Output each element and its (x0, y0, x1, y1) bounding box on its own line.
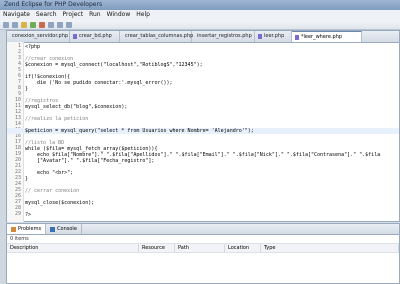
tab-file-label: leer.php (264, 33, 285, 39)
run-icon[interactable] (30, 21, 36, 28)
menu-navigate[interactable]: Navigate (0, 10, 33, 20)
tab-problems-label: Problems (18, 226, 42, 232)
code-line[interactable]: ?> (25, 212, 31, 218)
tab-file-label: conexion_servidor.php (12, 33, 69, 39)
forward-icon[interactable] (66, 21, 72, 28)
tab-file-label: crear_bd.php (79, 33, 112, 39)
problems-panel: Problems Console 0 items Description Res… (6, 223, 400, 284)
php-file-icon (295, 34, 299, 40)
code-line[interactable]: <?php (25, 44, 40, 50)
code-line[interactable]: // cerrar conexion (25, 188, 79, 194)
code-line[interactable]: die ('No se pudido conectar:'.mysql_erro… (25, 80, 172, 86)
tab-console[interactable]: Console (46, 224, 82, 234)
col-description[interactable]: Description (7, 244, 139, 252)
tab-file-label: *leer_where.php (301, 33, 343, 40)
code-line[interactable]: } (25, 86, 28, 92)
problems-count: 0 items (10, 236, 29, 242)
console-icon (50, 226, 56, 232)
tab-file-label: insertar_registros.php (197, 33, 252, 39)
tab-problems[interactable]: Problems (7, 224, 47, 234)
col-resource[interactable]: Resource (139, 244, 175, 252)
menu-help[interactable]: Help (133, 10, 153, 20)
code-line[interactable]: mysql_close($conexion); (25, 200, 94, 206)
code-area[interactable]: <?php//crear conexion $conexion = mysql_c… (7, 42, 399, 222)
panel-tabs: Problems Console (7, 224, 399, 235)
tab-file[interactable]: crear_tablas_columnas.php (120, 31, 194, 42)
tab-file[interactable]: conexion_servidor.php (7, 31, 70, 42)
tab-file-label: crear_tablas_columnas.php (125, 33, 194, 39)
code-line[interactable]: mysql_select_db("blog",$conexion); (25, 104, 127, 110)
code-line[interactable]: //realizo la peticion (25, 116, 88, 122)
debug-icon[interactable] (39, 21, 45, 28)
menu-search[interactable]: Search (33, 10, 60, 20)
menu-window[interactable]: Window (104, 10, 134, 20)
code-line[interactable]: echo "<br>"; (25, 170, 73, 176)
save-icon[interactable] (12, 21, 18, 28)
problems-table-header: Description Resource Path Location Type (7, 243, 399, 253)
toolbar (0, 20, 400, 30)
new-file-icon[interactable] (3, 21, 9, 28)
code-line[interactable]: ["Avatar"]." ".$fila["Fecha_registro"]; (25, 158, 154, 164)
menu-run[interactable]: Run (86, 10, 104, 20)
window-title: Zend Eclipse for PHP Developers (0, 0, 400, 10)
line-number: 29 (14, 211, 21, 217)
col-type[interactable]: Type (261, 244, 399, 252)
code-line[interactable]: } (25, 176, 28, 182)
tab-file[interactable]: *leer_where.php (292, 31, 362, 42)
php-file-icon (258, 34, 262, 39)
search-icon[interactable] (48, 21, 54, 28)
back-icon[interactable] (57, 21, 63, 28)
tab-file[interactable]: crear_bd.php (70, 31, 120, 42)
tab-file[interactable]: leer.php (255, 31, 292, 42)
col-path[interactable]: Path (175, 244, 225, 252)
tab-console-label: Console (57, 226, 77, 232)
menu-project[interactable]: Project (60, 10, 87, 20)
print-icon[interactable] (21, 21, 27, 28)
problems-icon (11, 226, 16, 232)
code-line[interactable]: $conexion = mysql_connect("localhost","R… (25, 62, 203, 68)
tab-file[interactable]: insertar_registros.php (192, 31, 255, 42)
code-line[interactable]: $peticion = mysql_query("select * from U… (7, 128, 399, 134)
col-location[interactable]: Location (225, 244, 261, 252)
menu-bar: Navigate Search Project Run Window Help (0, 10, 400, 20)
php-file-icon (73, 34, 77, 39)
code-editor[interactable]: conexion_servidor.php crear_bd.php crear_t… (6, 30, 400, 222)
